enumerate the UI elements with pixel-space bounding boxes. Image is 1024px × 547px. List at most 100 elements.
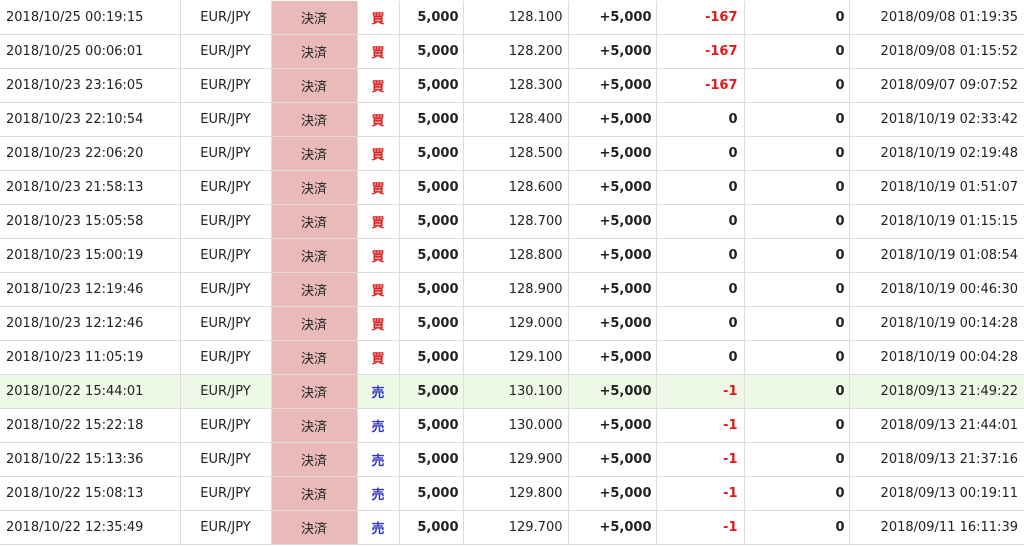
open-time-cell: 2018/09/08 01:19:35 (849, 1, 1024, 35)
trade-type-cell: 決済 (271, 238, 358, 273)
table-row[interactable]: 2018/10/23 12:19:46 EUR/JPY 決済買 5,000 128.90… (0, 272, 1024, 307)
quantity-cell: 5,000 (399, 136, 464, 171)
open-time-cell: 2018/09/07 09:07:52 (849, 68, 1024, 103)
swap-cell: +5,000 (568, 204, 657, 239)
profit-loss-cell: 0 (656, 102, 745, 137)
profit-loss-cell: -1 (656, 408, 745, 443)
currency-pair-cell: EUR/JPY (180, 340, 272, 375)
trade-type-cell: 決済 (271, 204, 358, 239)
fee-cell: 0 (744, 374, 850, 409)
profit-loss-cell: 0 (656, 170, 745, 205)
currency-pair-cell: EUR/JPY (180, 510, 272, 545)
close-time-cell: 2018/10/23 12:19:46 (0, 272, 181, 307)
fee-cell: 0 (744, 476, 850, 511)
close-time-cell: 2018/10/22 12:35:49 (0, 510, 181, 545)
quantity-cell: 5,000 (399, 170, 464, 205)
table-row[interactable]: 2018/10/23 22:10:54 EUR/JPY 決済買 5,000 128.40… (0, 102, 1024, 137)
trade-type-cell: 決済 (271, 170, 358, 205)
swap-cell: +5,000 (568, 102, 657, 137)
fee-cell: 0 (744, 272, 850, 307)
swap-cell: +5,000 (568, 374, 657, 409)
table-row[interactable]: 2018/10/23 11:05:19 EUR/JPY 決済買 5,000 129.10… (0, 340, 1024, 375)
open-time-cell: 2018/10/19 00:14:28 (849, 306, 1024, 341)
profit-loss-cell: 0 (656, 238, 745, 273)
profit-loss-cell: -1 (656, 442, 745, 477)
profit-loss-cell: -167 (656, 34, 745, 69)
table-row[interactable]: 2018/10/22 15:22:18 EUR/JPY 決済売 5,000 130.00… (0, 408, 1024, 443)
currency-pair-cell: EUR/JPY (180, 68, 272, 103)
trade-type-cell: 決済 (271, 408, 358, 443)
open-time-cell: 2018/10/19 00:04:28 (849, 340, 1024, 375)
close-time-cell: 2018/10/23 21:58:13 (0, 170, 181, 205)
side-cell: 買 (357, 204, 400, 239)
trade-history-table: 2018/10/25 00:19:15 EUR/JPY 決済買 5,000 128.10… (0, 1, 1024, 545)
trade-type-cell: 決済 (271, 510, 358, 545)
rate-cell: 130.100 (463, 374, 569, 409)
table-row[interactable]: 2018/10/22 15:08:13 EUR/JPY 決済売 5,000 129.80… (0, 476, 1024, 511)
table-row[interactable]: 2018/10/22 12:35:49 EUR/JPY 決済売 5,000 129.70… (0, 510, 1024, 545)
trade-type-cell: 決済 (271, 272, 358, 307)
side-cell: 買 (357, 68, 400, 103)
table-row[interactable]: 2018/10/23 23:16:05 EUR/JPY 決済買 5,000 128.30… (0, 68, 1024, 103)
rate-cell: 129.900 (463, 442, 569, 477)
swap-cell: +5,000 (568, 510, 657, 545)
quantity-cell: 5,000 (399, 510, 464, 545)
table-row[interactable]: 2018/10/23 22:06:20 EUR/JPY 決済買 5,000 128.50… (0, 136, 1024, 171)
table-row[interactable]: 2018/10/23 21:58:13 EUR/JPY 決済買 5,000 128.60… (0, 170, 1024, 205)
trade-type-cell: 決済 (271, 34, 358, 69)
rate-cell: 128.200 (463, 34, 569, 69)
open-time-cell: 2018/10/19 01:08:54 (849, 238, 1024, 273)
quantity-cell: 5,000 (399, 272, 464, 307)
trade-type-cell: 決済 (271, 374, 358, 409)
side-cell: 買 (357, 102, 400, 137)
quantity-cell: 5,000 (399, 102, 464, 137)
currency-pair-cell: EUR/JPY (180, 204, 272, 239)
table-row[interactable]: 2018/10/25 00:06:01 EUR/JPY 決済買 5,000 128.20… (0, 34, 1024, 69)
currency-pair-cell: EUR/JPY (180, 170, 272, 205)
quantity-cell: 5,000 (399, 1, 464, 35)
table-row[interactable]: 2018/10/23 15:05:58 EUR/JPY 決済買 5,000 128.70… (0, 204, 1024, 239)
swap-cell: +5,000 (568, 34, 657, 69)
quantity-cell: 5,000 (399, 238, 464, 273)
currency-pair-cell: EUR/JPY (180, 272, 272, 307)
table-row[interactable]: 2018/10/23 15:00:19 EUR/JPY 決済買 5,000 128.80… (0, 238, 1024, 273)
rate-cell: 129.700 (463, 510, 569, 545)
rate-cell: 128.800 (463, 238, 569, 273)
quantity-cell: 5,000 (399, 442, 464, 477)
table-row[interactable]: 2018/10/25 00:19:15 EUR/JPY 決済買 5,000 128.10… (0, 1, 1024, 35)
quantity-cell: 5,000 (399, 476, 464, 511)
close-time-cell: 2018/10/25 00:06:01 (0, 34, 181, 69)
fee-cell: 0 (744, 306, 850, 341)
currency-pair-cell: EUR/JPY (180, 476, 272, 511)
close-time-cell: 2018/10/22 15:22:18 (0, 408, 181, 443)
swap-cell: +5,000 (568, 408, 657, 443)
fee-cell: 0 (744, 204, 850, 239)
quantity-cell: 5,000 (399, 68, 464, 103)
fee-cell: 0 (744, 442, 850, 477)
swap-cell: +5,000 (568, 306, 657, 341)
profit-loss-cell: -167 (656, 1, 745, 35)
side-cell: 売 (357, 476, 400, 511)
profit-loss-cell: 0 (656, 306, 745, 341)
side-cell: 買 (357, 238, 400, 273)
rate-cell: 128.900 (463, 272, 569, 307)
rate-cell: 129.100 (463, 340, 569, 375)
currency-pair-cell: EUR/JPY (180, 238, 272, 273)
profit-loss-cell: 0 (656, 340, 745, 375)
table-row[interactable]: 2018/10/22 15:44:01 EUR/JPY 決済売 5,000 130.10… (0, 374, 1024, 409)
currency-pair-cell: EUR/JPY (180, 374, 272, 409)
swap-cell: +5,000 (568, 136, 657, 171)
currency-pair-cell: EUR/JPY (180, 408, 272, 443)
trade-type-cell: 決済 (271, 340, 358, 375)
quantity-cell: 5,000 (399, 408, 464, 443)
rate-cell: 128.500 (463, 136, 569, 171)
table-row[interactable]: 2018/10/22 15:13:36 EUR/JPY 決済売 5,000 129.90… (0, 442, 1024, 477)
close-time-cell: 2018/10/22 15:13:36 (0, 442, 181, 477)
currency-pair-cell: EUR/JPY (180, 306, 272, 341)
swap-cell: +5,000 (568, 272, 657, 307)
table-row[interactable]: 2018/10/23 12:12:46 EUR/JPY 決済買 5,000 129.00… (0, 306, 1024, 341)
open-time-cell: 2018/10/19 00:46:30 (849, 272, 1024, 307)
rate-cell: 129.000 (463, 306, 569, 341)
side-cell: 売 (357, 408, 400, 443)
rate-cell: 128.600 (463, 170, 569, 205)
